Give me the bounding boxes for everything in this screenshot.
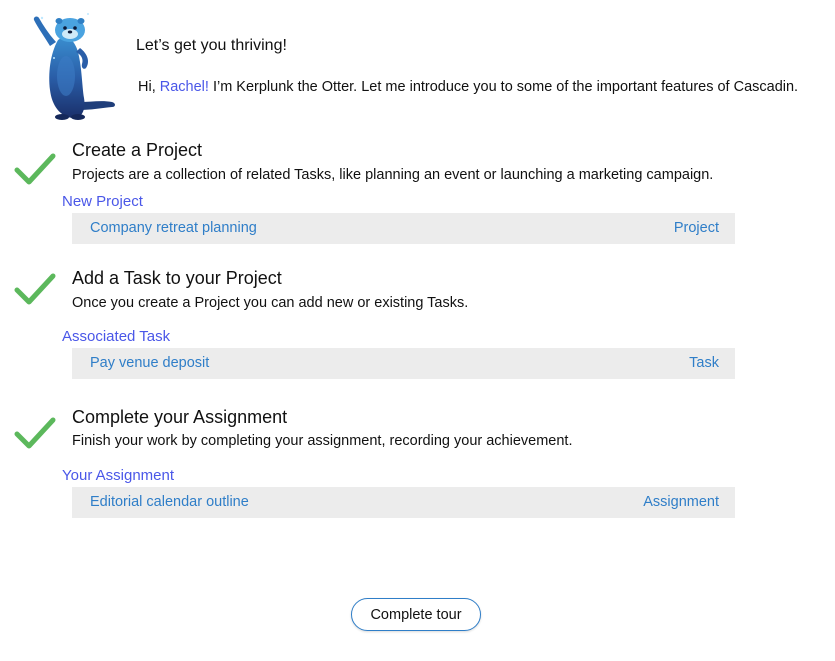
record-row[interactable]: Company retreat planning Project: [72, 213, 735, 244]
step-description: Finish your work by completing your assi…: [72, 433, 573, 449]
checkmark-icon: [14, 417, 56, 449]
record-row[interactable]: Editorial calendar outline Assignment: [72, 487, 735, 518]
checkmark-icon: [14, 153, 56, 185]
step-title: Create a Project: [72, 140, 203, 160]
intro-suffix: I’m Kerplunk the Otter. Let me introduce…: [208, 79, 799, 95]
step-description: Once you create a Project you can add ne…: [72, 295, 469, 311]
field-label: Your Assignment: [62, 467, 175, 484]
record-name-link[interactable]: Editorial calendar outline: [90, 494, 249, 510]
record-row[interactable]: Pay venue deposit Task: [72, 348, 735, 379]
record-name-link[interactable]: Company retreat planning: [90, 220, 257, 236]
field-label: New Project: [62, 193, 143, 210]
tour-title: Let’s get you thriving!: [136, 37, 287, 54]
intro-prefix: Hi,: [138, 79, 160, 95]
field-label: Associated Task: [62, 328, 171, 345]
tour-intro: Hi, Rachel! I’m Kerplunk the Otter. Let …: [138, 79, 798, 95]
otter-mascot-icon: [33, 13, 115, 120]
record-type: Assignment: [643, 494, 719, 510]
record-type: Project: [673, 220, 719, 236]
step-title: Add a Task to your Project: [72, 268, 282, 288]
user-name: Rachel!: [159, 79, 209, 95]
step-description: Projects are a collection of related Tas…: [72, 167, 714, 183]
step-title: Complete your Assignment: [72, 407, 288, 427]
record-name-link[interactable]: Pay venue deposit: [90, 355, 209, 371]
record-type: Task: [689, 355, 719, 371]
complete-tour-button[interactable]: Complete tour: [351, 598, 481, 631]
checkmark-icon: [14, 273, 56, 305]
